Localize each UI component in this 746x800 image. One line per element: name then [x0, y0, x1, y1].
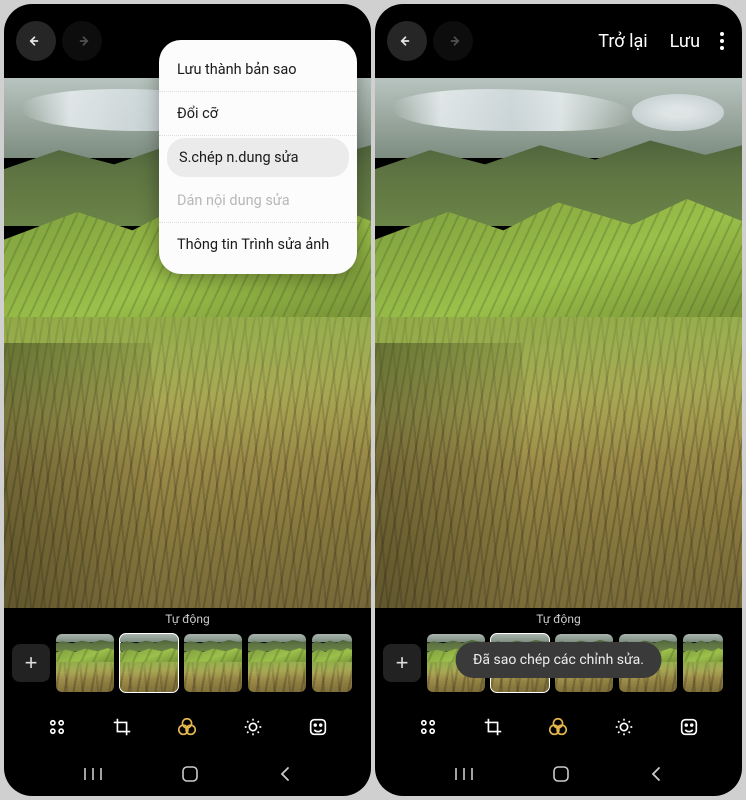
toast-message: Đã sao chép các chỉnh sửa.: [455, 642, 662, 678]
nav-back-icon[interactable]: [649, 766, 663, 782]
filter-strip[interactable]: +: [4, 628, 371, 698]
sticker-icon[interactable]: [675, 713, 703, 741]
add-filter-button[interactable]: +: [12, 644, 50, 682]
filter-thumb[interactable]: [683, 634, 723, 692]
undo-button[interactable]: [16, 21, 56, 61]
filter-thumb[interactable]: [184, 634, 242, 692]
menu-item-editor-info[interactable]: Thông tin Trình sửa ảnh: [159, 223, 357, 266]
system-navbar: [4, 756, 371, 796]
nav-home-icon[interactable]: [552, 765, 570, 783]
sticker-icon[interactable]: [304, 713, 332, 741]
undo-button[interactable]: [387, 21, 427, 61]
bottom-toolbar: [4, 698, 371, 756]
apps-icon[interactable]: [414, 713, 442, 741]
filter-label: Tự động: [4, 608, 371, 628]
more-menu-button[interactable]: [714, 32, 730, 50]
bottom-toolbar: [375, 698, 742, 756]
redo-button[interactable]: [433, 21, 473, 61]
menu-item-save-copy[interactable]: Lưu thành bản sao: [159, 48, 357, 92]
menu-item-paste-edits: Dán nội dung sửa: [159, 179, 357, 223]
nav-recent-icon[interactable]: [83, 766, 103, 782]
filter-label: Tự động: [375, 608, 742, 628]
phone-right: Trở lại Lưu Tự động +: [375, 4, 742, 796]
back-button[interactable]: Trở lại: [590, 31, 655, 52]
context-menu: Lưu thành bản sao Đổi cỡ S.chép n.dung s…: [159, 40, 357, 274]
filters-icon[interactable]: [544, 713, 572, 741]
nav-back-icon[interactable]: [278, 766, 292, 782]
filter-thumb[interactable]: [56, 634, 114, 692]
topbar: Trở lại Lưu: [375, 4, 742, 78]
crop-icon[interactable]: [108, 713, 136, 741]
filter-thumb[interactable]: [248, 634, 306, 692]
save-button[interactable]: Lưu: [662, 31, 708, 52]
menu-item-resize[interactable]: Đổi cỡ: [159, 92, 357, 136]
redo-button[interactable]: [62, 21, 102, 61]
system-navbar: [375, 756, 742, 796]
filter-thumb[interactable]: [312, 634, 352, 692]
adjust-icon[interactable]: [610, 713, 638, 741]
nav-home-icon[interactable]: [181, 765, 199, 783]
phone-left: Lưu thành bản sao Đổi cỡ S.chép n.dung s…: [4, 4, 371, 796]
filter-thumb-selected[interactable]: [120, 634, 178, 692]
add-filter-button[interactable]: +: [383, 644, 421, 682]
adjust-icon[interactable]: [239, 713, 267, 741]
apps-icon[interactable]: [43, 713, 71, 741]
nav-recent-icon[interactable]: [454, 766, 474, 782]
menu-item-copy-edits[interactable]: S.chép n.dung sửa: [167, 138, 349, 177]
photo-canvas[interactable]: [375, 78, 742, 608]
crop-icon[interactable]: [479, 713, 507, 741]
filters-icon[interactable]: [173, 713, 201, 741]
